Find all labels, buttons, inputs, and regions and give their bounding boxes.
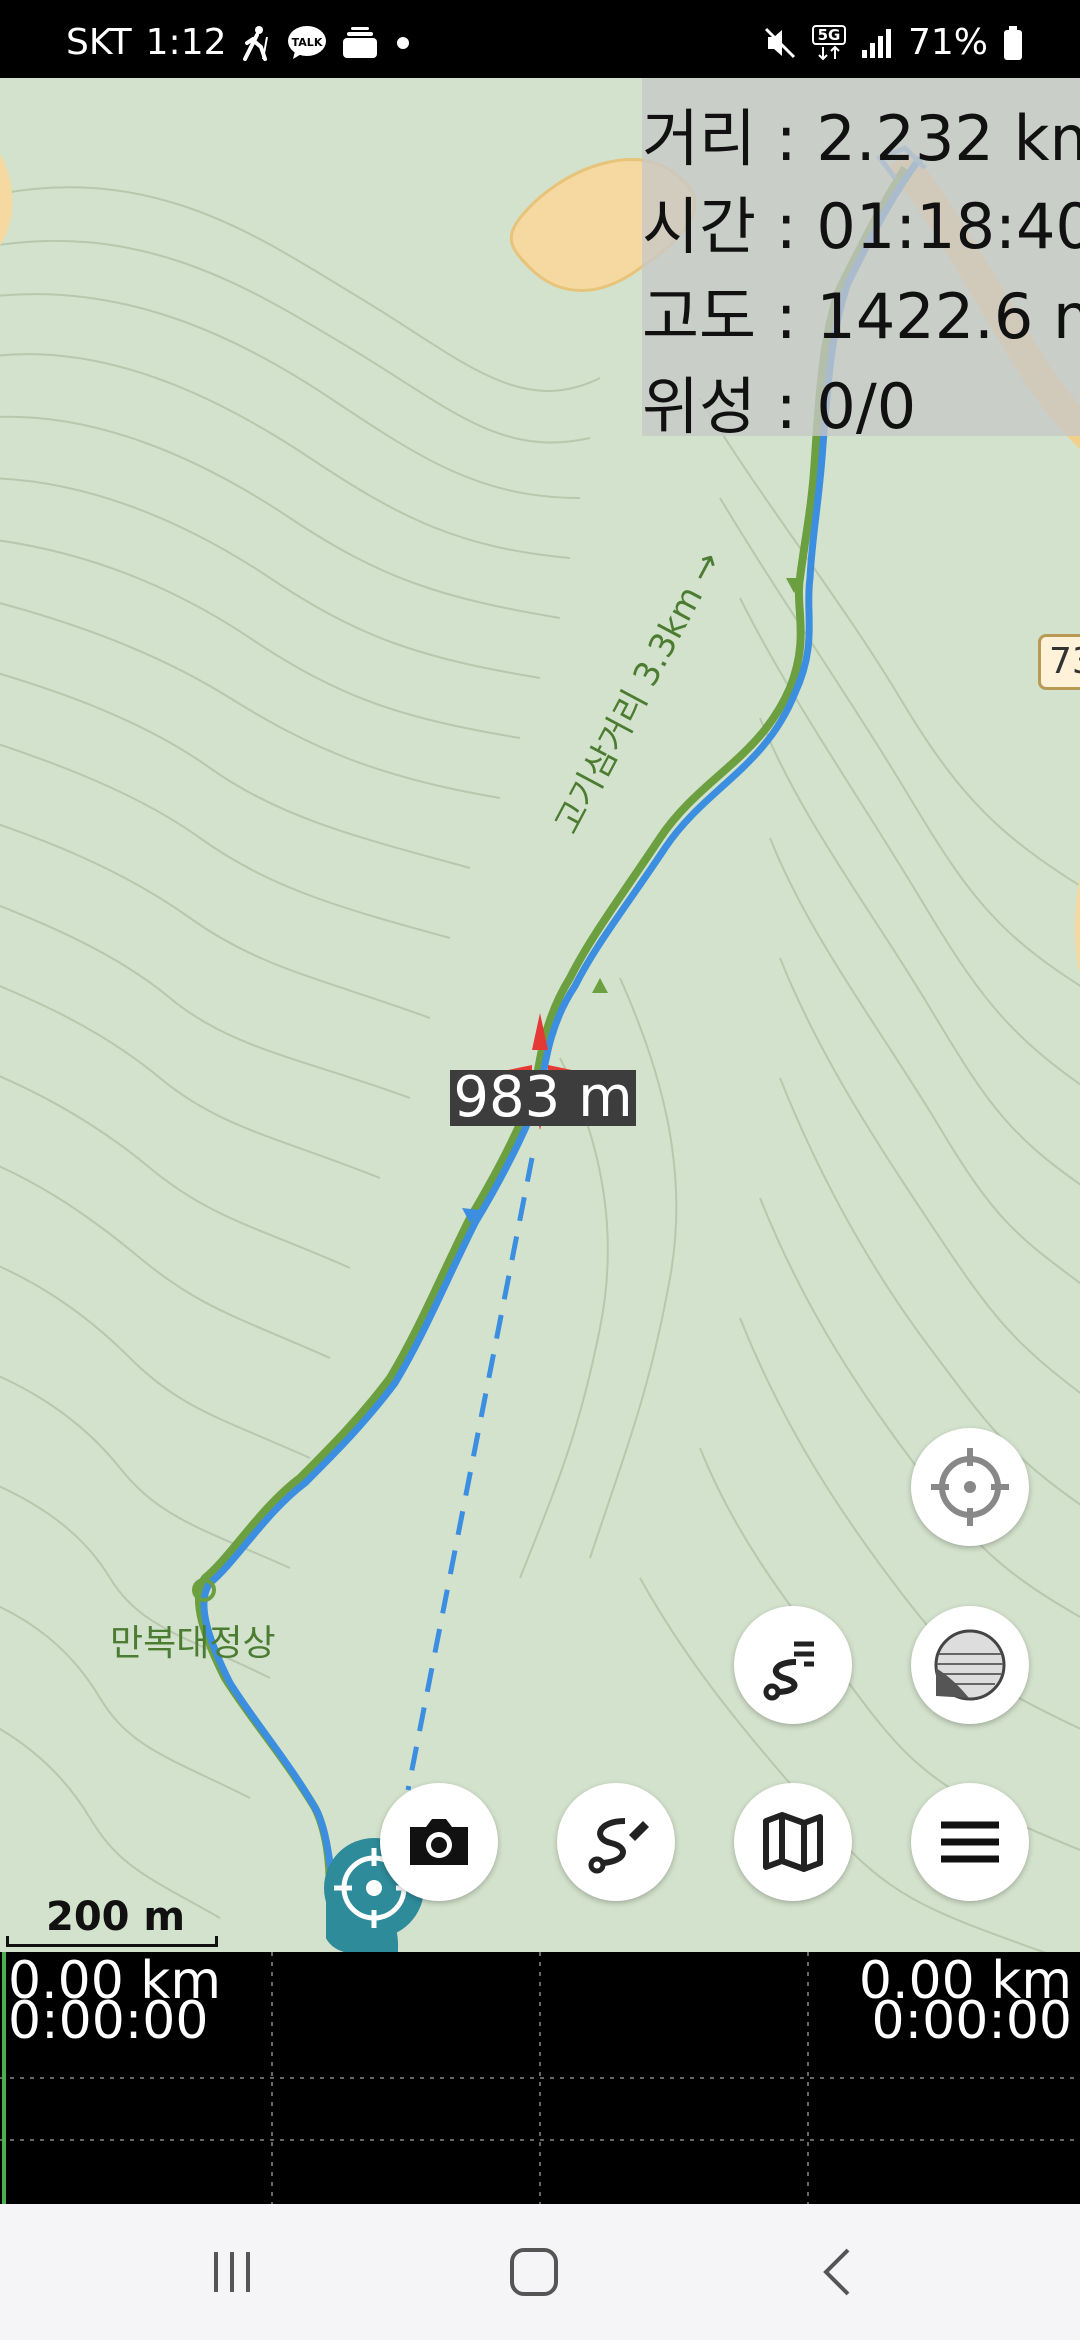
trail-arrow-down (592, 978, 608, 993)
scale-label: 200 m (46, 1894, 186, 1940)
route-list-button[interactable] (734, 1606, 852, 1724)
back-icon[interactable] (808, 2242, 868, 2302)
dot-icon (396, 36, 409, 49)
elevation-profile[interactable]: 0.00 km 0:00:00 0.00 km 0:00:00 (0, 1952, 1080, 2204)
route-edit-button[interactable] (557, 1783, 675, 1901)
peak-label: 만복대정상 (110, 1623, 276, 1664)
terrain-edge-left (0, 154, 13, 246)
map-icon (763, 1812, 823, 1872)
recent-apps-icon[interactable] (202, 2242, 262, 2302)
carrier: SKT (66, 22, 132, 63)
navigation-bar (0, 2204, 1080, 2340)
profile-left-time: 0:00:00 (8, 1991, 209, 2051)
info-altitude: 고도 : 1422.6 m (642, 280, 1080, 353)
stack-icon (342, 26, 377, 58)
svg-text:TALK: TALK (291, 36, 322, 49)
route-list-icon (763, 1641, 814, 1701)
talk-icon: TALK (287, 25, 326, 59)
menu-icon (941, 1821, 999, 1863)
clock: 1:12 (145, 22, 227, 63)
status-bar: SKT 1:12 TALK 5G 71% (0, 0, 1080, 78)
route-edit-icon (588, 1818, 649, 1874)
layers-button[interactable] (911, 1606, 1029, 1724)
hiking-icon (242, 25, 268, 61)
status-right: 5G 71% (762, 22, 1024, 63)
battery-percent: 71% (907, 22, 988, 63)
svg-text:5G: 5G (818, 26, 841, 44)
signal-icon (861, 28, 891, 58)
status-left: SKT 1:12 TALK (66, 22, 413, 63)
crosshair-icon (931, 1448, 1009, 1526)
scale-bar (6, 1936, 218, 1947)
mute-icon (764, 27, 796, 58)
5g-icon: 5G (811, 24, 846, 60)
home-icon[interactable] (504, 2242, 564, 2302)
battery-icon (1004, 25, 1022, 60)
camera-icon (410, 1819, 468, 1865)
menu-button[interactable] (911, 1783, 1029, 1901)
map-button[interactable] (734, 1783, 852, 1901)
layers-icon (934, 1629, 1006, 1701)
info-satellites: 위성 : 0/0 (642, 370, 917, 443)
locate-button[interactable] (911, 1428, 1029, 1546)
road-number-badge: 73 (1038, 634, 1080, 690)
camera-button[interactable] (380, 1783, 498, 1901)
info-time: 시간 : 01:18:40 (642, 190, 1080, 263)
info-distance: 거리 : 2.232 km (642, 102, 1080, 175)
profile-right-time: 0:00:00 (871, 1991, 1072, 2051)
distance-line (405, 1157, 535, 1791)
cursor-distance-label: 983 m (450, 1070, 636, 1126)
